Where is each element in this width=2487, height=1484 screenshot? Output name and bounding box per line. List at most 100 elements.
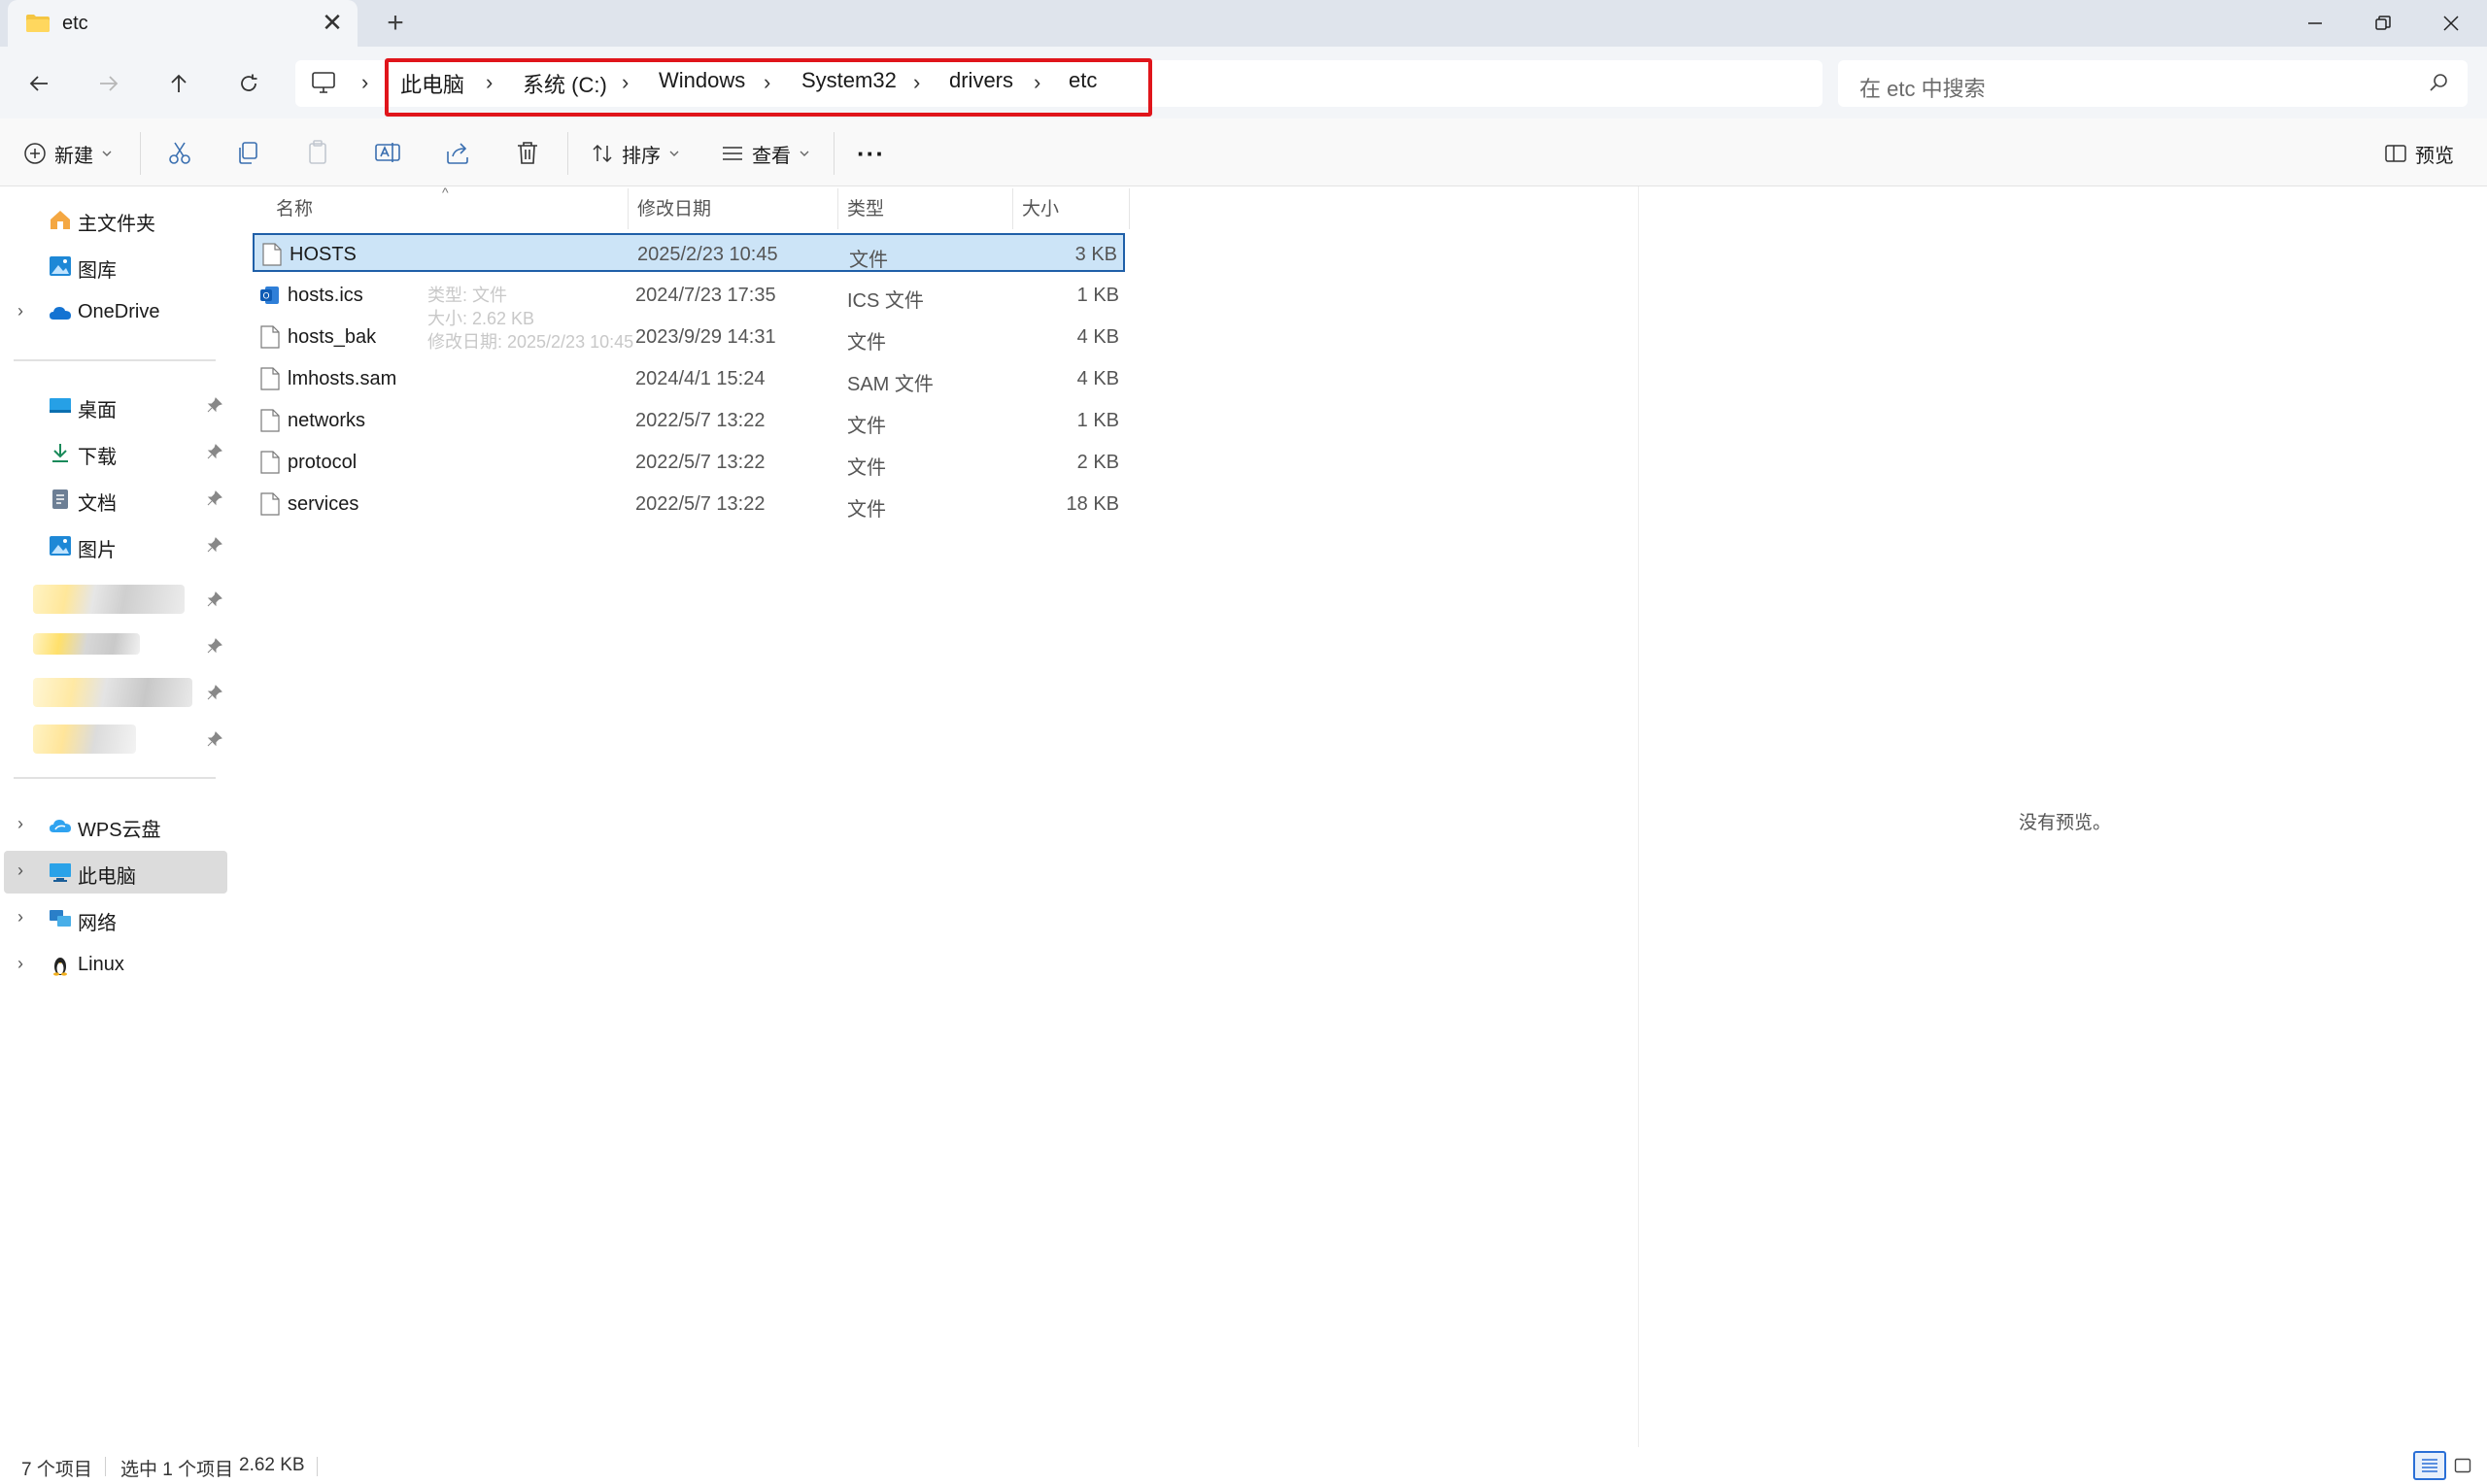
svg-text:O: O (262, 292, 269, 302)
folder-icon (26, 15, 50, 32)
new-button[interactable]: 新建 (23, 136, 113, 171)
close-window-button[interactable] (2417, 4, 2485, 43)
search-icon[interactable] (2429, 72, 2450, 93)
up-button[interactable] (157, 62, 200, 105)
file-row[interactable]: hosts_bak 2023/9/29 14:31 文件 4 KB (253, 318, 1125, 356)
tab-etc[interactable]: etc ✕ (8, 0, 358, 47)
annotation-highlight-box (385, 58, 1152, 117)
chevron-right-icon[interactable]: › (17, 860, 23, 881)
back-button[interactable] (17, 62, 60, 105)
more-options-button[interactable]: ··· (857, 136, 885, 171)
sidebar-item-redacted[interactable] (4, 579, 227, 622)
sidebar-item-home[interactable]: 主文件夹 (4, 198, 227, 241)
chevron-right-icon[interactable]: › (17, 907, 23, 928)
file-name: lmhosts.sam (288, 368, 397, 389)
restore-button[interactable] (2349, 4, 2417, 43)
sidebar-item-redacted[interactable] (4, 625, 227, 668)
share-icon[interactable] (443, 138, 472, 167)
pin-icon[interactable] (206, 637, 223, 655)
sidebar-item-downloads[interactable]: 下载 (4, 431, 227, 474)
column-divider[interactable] (1129, 188, 1130, 229)
selection-count: 选中 1 个项目 (120, 1460, 234, 1480)
chevron-right-icon[interactable]: › (17, 301, 23, 321)
sidebar-item-desktop[interactable]: 桌面 (4, 385, 227, 427)
file-row[interactable]: services 2022/5/7 13:22 文件 18 KB (253, 485, 1125, 523)
view-button-label: 查看 (752, 145, 791, 167)
file-row[interactable]: HOSTS 2025/2/23 10:45 文件 3 KB (253, 233, 1125, 272)
sidebar-item-gallery[interactable]: 图库 (4, 245, 227, 287)
view-button[interactable]: 查看 (721, 136, 810, 171)
chevron-right-icon[interactable]: › (17, 954, 23, 974)
file-name: HOSTS (290, 244, 357, 265)
sidebar-divider (14, 359, 216, 361)
close-tab-button[interactable]: ✕ (319, 9, 346, 36)
preview-pane-button[interactable]: 预览 (2384, 136, 2454, 171)
copy-icon[interactable] (233, 138, 262, 167)
chevron-right-icon[interactable]: › (17, 814, 23, 834)
pin-icon[interactable] (206, 536, 223, 554)
pin-icon[interactable] (206, 396, 223, 414)
sidebar-item-linux[interactable]: › Linux (4, 944, 227, 987)
pin-icon[interactable] (206, 684, 223, 701)
selection-size: 2.62 KB (239, 1455, 305, 1475)
file-row[interactable]: lmhosts.sam 2024/4/1 15:24 SAM 文件 4 KB (253, 359, 1125, 398)
sidebar-item-wps-cloud[interactable]: › WPS云盘 (4, 804, 227, 847)
refresh-button[interactable] (227, 62, 270, 105)
wps-cloud-icon (50, 820, 71, 832)
file-size: 2 KB (1076, 452, 1119, 473)
document-icon (52, 489, 68, 509)
column-divider[interactable] (628, 188, 629, 229)
breadcrumb-chevron-icon[interactable]: › (361, 70, 368, 95)
large-icons-view-icon[interactable] (2454, 1457, 2471, 1474)
sidebar-item-pictures[interactable]: 图片 (4, 524, 227, 567)
pin-icon[interactable] (206, 590, 223, 608)
sidebar-item-redacted[interactable] (4, 719, 227, 761)
column-divider[interactable] (837, 188, 838, 229)
minimize-button[interactable] (2281, 4, 2349, 43)
redacted-label (33, 633, 140, 655)
toolbar-divider (834, 132, 835, 175)
column-header-name[interactable]: 名称 (276, 194, 313, 220)
column-divider[interactable] (1012, 188, 1013, 229)
sidebar-item-label: Linux (78, 954, 124, 975)
forward-button[interactable] (87, 62, 130, 105)
redacted-label (33, 585, 185, 614)
column-header-size[interactable]: 大小 (1022, 194, 1059, 220)
column-header-type[interactable]: 类型 (847, 194, 884, 220)
chevron-down-icon (669, 151, 679, 156)
file-icon (260, 367, 280, 390)
search-input[interactable]: 在 etc 中搜索 (1838, 60, 2468, 107)
file-name: hosts.ics (288, 285, 363, 306)
pin-icon[interactable] (206, 489, 223, 507)
file-icon (260, 409, 280, 432)
file-size: 1 KB (1076, 285, 1119, 306)
column-header-date[interactable]: 修改日期 (637, 194, 711, 220)
details-view-button[interactable] (2413, 1451, 2446, 1480)
delete-icon[interactable] (513, 138, 542, 167)
sidebar-item-redacted[interactable] (4, 672, 227, 715)
file-row[interactable]: networks 2022/5/7 13:22 文件 1 KB (253, 401, 1125, 440)
new-tab-button[interactable]: + (381, 8, 410, 39)
computer-icon[interactable] (311, 70, 336, 95)
paste-icon[interactable] (303, 138, 332, 167)
preview-pane-divider[interactable] (1638, 186, 1639, 1449)
sort-button[interactable]: 排序 (591, 136, 680, 171)
rename-icon[interactable] (373, 138, 402, 167)
cut-icon[interactable] (165, 138, 194, 167)
sidebar-item-documents[interactable]: 文档 (4, 478, 227, 521)
file-row[interactable]: protocol 2022/5/7 13:22 文件 2 KB (253, 443, 1125, 482)
file-date: 2022/5/7 13:22 (635, 410, 766, 431)
file-row[interactable]: O hosts.ics 2024/7/23 17:35 ICS 文件 1 KB (253, 276, 1125, 315)
sidebar-item-this-pc[interactable]: › 此电脑 (4, 851, 227, 894)
tooltip-line: 类型: 文件 (427, 286, 508, 305)
sidebar-item-network[interactable]: › 网络 (4, 897, 227, 940)
file-type: 文件 (847, 499, 886, 521)
plus-circle-icon (24, 143, 46, 164)
sidebar-item-onedrive[interactable]: › OneDrive (4, 291, 227, 334)
pin-icon[interactable] (206, 730, 223, 748)
toolbar-divider (567, 132, 568, 175)
arrow-left-icon (29, 76, 48, 91)
file-icon (260, 451, 280, 474)
file-tooltip: 类型: 文件 大小: 2.62 KB 修改日期: 2025/2/23 10:45 (427, 284, 633, 354)
pin-icon[interactable] (206, 443, 223, 460)
